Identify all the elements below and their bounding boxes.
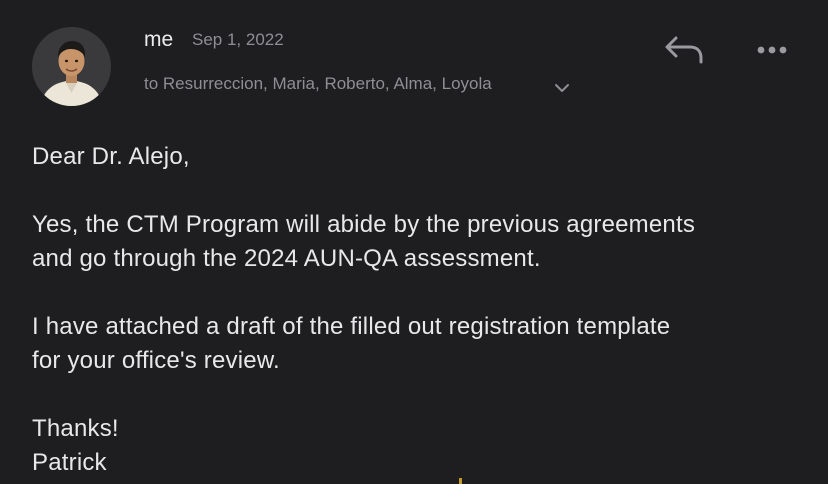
closing: Thanks! Patrick <box>32 412 812 480</box>
ellipsis-icon <box>757 46 787 54</box>
paragraph-1: Yes, the CTM Program will abide by the p… <box>32 208 812 276</box>
message-date: Sep 1, 2022 <box>192 30 284 49</box>
message-body: Dear Dr. Alejo, Yes, the CTM Program wil… <box>32 140 812 480</box>
paragraph-2-line-1: I have attached a draft of the filled ou… <box>32 313 671 340</box>
sender-avatar[interactable] <box>32 27 111 106</box>
reply-button[interactable] <box>662 32 706 68</box>
closing-text: Thanks! <box>32 415 119 442</box>
paragraph-1-line-1: Yes, the CTM Program will abide by the p… <box>32 211 696 238</box>
chevron-down-icon[interactable] <box>553 80 571 96</box>
signature: Patrick <box>32 449 107 476</box>
sender-name[interactable]: me <box>144 27 173 53</box>
paragraph-2-line-2: for your office's review. <box>32 347 280 374</box>
scroll-indicator <box>459 478 462 484</box>
more-options-button[interactable] <box>752 36 792 64</box>
greeting: Dear Dr. Alejo, <box>32 143 190 170</box>
recipients-list[interactable]: to Resurreccion, Maria, Roberto, Alma, L… <box>144 73 492 95</box>
reply-icon <box>665 36 703 64</box>
paragraph-1-line-2: and go through the 2024 AUN-QA assessmen… <box>32 245 541 272</box>
paragraph-2: I have attached a draft of the filled ou… <box>32 310 812 378</box>
